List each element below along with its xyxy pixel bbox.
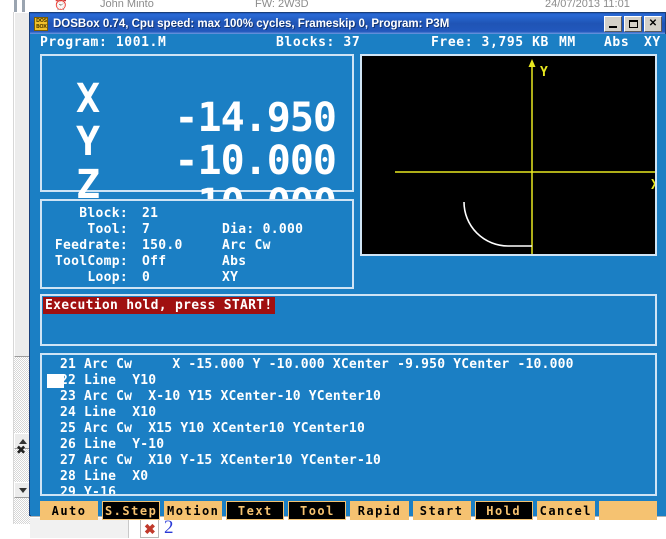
toolcomp-value: Off [142,254,167,269]
listing-row-22[interactable]: 22 Line Y10 [46,373,156,389]
button-rapid[interactable]: Rapid [350,501,409,520]
listing-line-number: 22 [59,373,76,388]
button-blank[interactable] [598,501,657,520]
feedrate-value: 150.0 [142,238,183,253]
listing-row-29[interactable]: 29 Y-16 [46,485,117,496]
listing-line-number: 25 [59,421,76,436]
plane-value: XY [222,270,239,285]
dro-axis-z: Z -10.000 [42,144,352,226]
toolpath-svg: Y X [395,59,655,254]
dia-value: Dia: 0.000 [222,222,304,237]
digital-readout-panel: X -14.950 Y -10.000 Z -10.000 [40,54,354,226]
header-free: Free: 3,795 KB [431,35,549,50]
listing-row-28[interactable]: 28 Line X0 [46,469,148,485]
host-column-divider-2 [22,0,25,12]
execution-hold-message: Execution hold, press START! [43,297,275,314]
listing-line-text: Arc Cw X10 Y-15 XCenter10 YCenter-10 [84,453,382,468]
listing-row-23[interactable]: 23 Arc Cw X-10 Y15 XCenter-10 YCenter10 [46,389,381,405]
window-title-bar[interactable]: DOS BOX DOSBox 0.74, Cpu speed: max 100% … [30,13,665,34]
button-motion[interactable]: Motion [164,501,223,520]
window-controls: ✕ [604,15,662,32]
status-header-row: Program: 1001.M Blocks: 37 Free: 3,795 K… [31,34,666,51]
message-bar: Execution hold, press START! [40,294,657,346]
listing-line-text: Arc Cw X -15.000 Y -10.000 XCenter -9.95… [84,357,574,372]
button-auto[interactable]: Auto [40,501,99,520]
button-tool[interactable]: Tool [288,501,347,520]
tool-label: Tool: [87,222,128,237]
listing-line-number: 24 [59,405,76,420]
button-hold[interactable]: Hold [474,501,533,520]
host-column-divider-1 [14,0,17,12]
arc-mode-value: Arc Cw [222,238,271,253]
listing-row-26[interactable]: 26 Line Y-10 [46,437,164,453]
mail-date: 24/07/2013 11:01 [545,0,630,10]
minimize-button[interactable] [604,15,622,32]
listing-line-text: Line Y10 [84,373,157,388]
dro-axis-y: Y -10.000 [42,101,352,183]
tool-value: 7 [142,222,151,237]
header-units: MM [559,35,576,50]
listing-line-number: 27 [59,453,76,468]
loop-label: Loop: [87,270,128,285]
feedrate-label: Feedrate: [54,238,128,253]
dosbox-icon: DOS BOX [34,16,48,31]
background-mail-row: ⏰ John Minto FW: 2W3D 24/07/2013 11:01 [0,0,666,12]
toolpath-graphics-viewport[interactable]: Y X [360,54,657,256]
toolcomp-label: ToolComp: [54,254,128,269]
listing-line-text: Arc Cw X-10 Y15 XCenter-10 YCenter10 [84,389,382,404]
header-mode: Abs [604,35,630,50]
screen-root: ⏰ John Minto FW: 2W3D 24/07/2013 11:01 ✖… [0,0,666,538]
broken-image-icon: ✖ [140,519,159,538]
dro-axis-x: X -14.950 [42,58,352,140]
listing-line-text: Line X10 [84,405,157,420]
machine-status-panel: Block: 21 Tool: 7 Dia: 0.000 Feedrate: 1… [40,199,354,289]
page-annotation-number: 2 [164,517,174,538]
listing-row-25[interactable]: 25 Arc Cw X15 Y10 XCenter10 YCenter10 [46,421,365,437]
header-plane: XY [644,35,661,50]
block-value: 21 [142,206,159,221]
close-button[interactable]: ✕ [644,15,662,32]
listing-line-number: 28 [59,469,76,484]
x-axis-label: X [651,178,655,193]
listing-line-text: Line X0 [84,469,149,484]
listing-row-21[interactable]: 21 Arc Cw X -15.000 Y -10.000 XCenter -9… [46,357,574,373]
y-axis-label: Y [540,65,548,80]
loop-value: 0 [142,270,151,285]
dosbox-window: DOS BOX DOSBox 0.74, Cpu speed: max 100% … [29,12,666,520]
mail-sender: John Minto [100,0,154,10]
button-sstep[interactable]: S.Step [102,501,161,520]
listing-line-number: 26 [59,437,76,452]
listing-row-24[interactable]: 24 Line X10 [46,405,156,421]
page-left-pane [30,518,129,538]
listing-line-text: Arc Cw X15 Y10 XCenter10 YCenter10 [84,421,365,436]
host-close-x-icon[interactable]: ✖ [16,443,28,457]
dos-canvas: Program: 1001.M Blocks: 37 Free: 3,795 K… [31,34,666,520]
mail-flag-icon: ⏰ [54,0,68,11]
window-title: DOSBox 0.74, Cpu speed: max 100% cycles,… [53,17,450,30]
toolpath-arc [463,201,509,247]
listing-line-text: Y-16 [84,485,117,496]
button-text[interactable]: Text [226,501,285,520]
button-start[interactable]: Start [412,501,471,520]
program-listing-panel[interactable]: 21 Arc Cw X -15.000 Y -10.000 XCenter -9… [40,353,657,496]
listing-row-27[interactable]: 27 Arc Cw X10 Y-15 XCenter10 YCenter-10 [46,453,381,469]
button-cancel[interactable]: Cancel [536,501,595,520]
header-program: Program: 1001.M [40,35,167,50]
function-button-bar: Auto S.Step Motion Text Tool Rapid Start… [40,501,657,520]
scrollbar-thumb[interactable] [14,12,30,357]
block-label: Block: [79,206,128,221]
scrollbar-down-button[interactable] [14,482,30,498]
maximize-button[interactable] [624,15,642,32]
y-axis-arrow [528,59,536,67]
coord-mode-value: Abs [222,254,247,269]
listing-line-number: 23 [59,389,76,404]
listing-line-text: Line Y-10 [84,437,165,452]
listing-line-number: 29 [59,485,76,496]
header-blocks: Blocks: 37 [276,35,361,50]
listing-line-number: 21 [59,357,76,372]
mail-subject: FW: 2W3D [255,0,309,10]
